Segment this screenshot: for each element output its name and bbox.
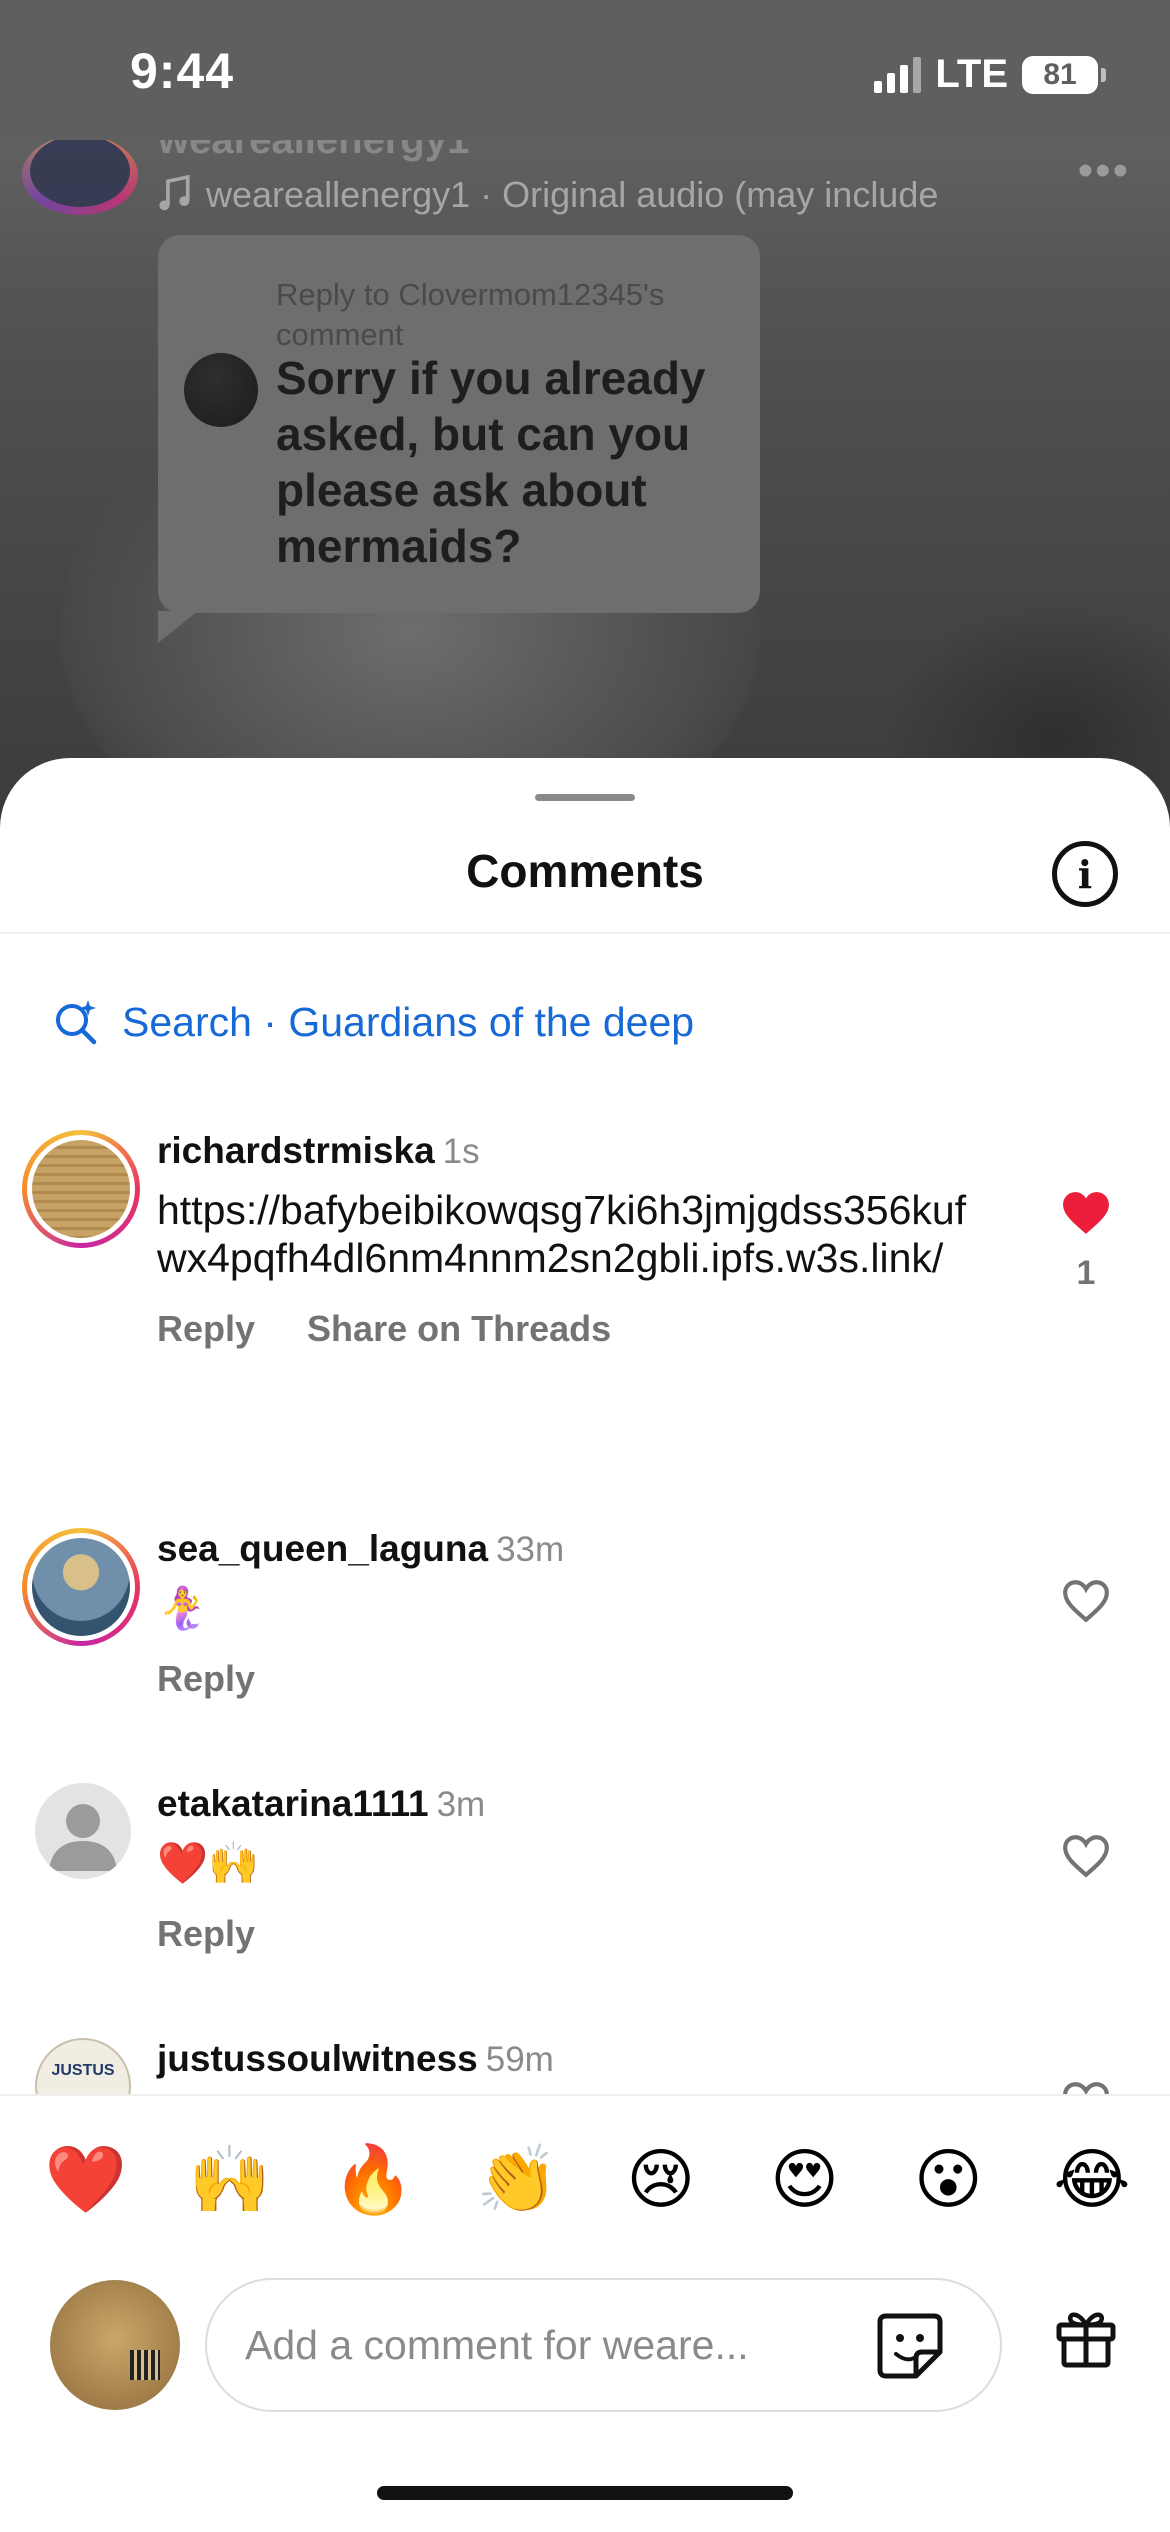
reel-audio-info[interactable]: weareallenergy1 · Original audio (may in… [158, 174, 1008, 216]
ai-search-icon [56, 1000, 97, 1045]
commenter-avatar[interactable] [22, 1528, 140, 1646]
emoji-crying-face[interactable]: 😢 [619, 2138, 703, 2222]
more-options-icon[interactable]: ••• [1078, 146, 1130, 196]
status-indicators: LTE 81 [874, 52, 1106, 97]
quick-reaction-bar: ❤️ 🙌 🔥 👏 😢 😍 😮 😂 [44, 2138, 1134, 2222]
like-count: 1 [1076, 1254, 1096, 1292]
heart-filled-icon[interactable] [1061, 1190, 1111, 1236]
comment-time: 33m [496, 1530, 565, 1569]
heart-outline-icon[interactable] [1061, 1578, 1111, 1624]
emoji-fire[interactable]: 🔥 [331, 2138, 415, 2222]
reply-comment-text: Sorry if you already asked, but can you … [276, 352, 706, 572]
emoji-heart-eyes[interactable]: 😍 [763, 2138, 847, 2222]
commenter-avatar[interactable]: JUSTUS [35, 2038, 131, 2094]
battery-icon: 81 [1022, 55, 1106, 94]
comment-time: 1s [442, 1132, 480, 1171]
reply-sticker-card: Reply to Clovermom12345's comment Sorry … [158, 235, 760, 643]
comment-header: sea_queen_laguna 33m [157, 1528, 1017, 1570]
like-control[interactable] [1058, 1833, 1114, 1879]
current-user-avatar [50, 2280, 180, 2410]
comment-header: etakatarina1111 3m [157, 1783, 1017, 1825]
person-icon [49, 1804, 117, 1871]
emoji-surprised-face[interactable]: 😮 [906, 2138, 990, 2222]
heart-outline-icon[interactable] [1061, 2080, 1111, 2094]
comment-username[interactable]: etakatarina1111 [157, 1783, 429, 1824]
sheet-grabber-handle[interactable] [535, 794, 635, 801]
share-on-threads-button[interactable]: Share on Threads [307, 1308, 611, 1350]
comment-time: 3m [436, 1785, 486, 1824]
divider [0, 2094, 1170, 2096]
reply-commenter-avatar [184, 353, 258, 427]
status-bar: 9:44 LTE 81 [0, 0, 1170, 140]
comment-input[interactable]: Add a comment for weare... [205, 2278, 1002, 2412]
comment-input-placeholder: Add a comment for weare... [245, 2322, 749, 2368]
comments-sheet: Comments i Search · Guardians of the dee… [0, 758, 1170, 2532]
comment-time: 59m [485, 2040, 554, 2079]
reply-button[interactable]: Reply [157, 1308, 255, 1350]
network-type: LTE [935, 52, 1008, 96]
home-indicator[interactable] [377, 2486, 793, 2500]
like-control[interactable] [1058, 2080, 1114, 2094]
reply-button[interactable]: Reply [157, 1913, 255, 1955]
commenter-avatar[interactable] [22, 1130, 140, 1248]
comment-username[interactable]: richardstrmiska [157, 1130, 435, 1171]
search-suggestion-label: Search · Guardians of the deep [122, 998, 695, 1045]
comment-header: richardstrmiska 1s [157, 1130, 1017, 1172]
comment-text[interactable]: ❤️🙌 [157, 1839, 1017, 1887]
sticker-icon[interactable] [872, 2308, 948, 2384]
comment-composer: Add a comment for weare... [0, 2263, 1170, 2413]
reply-button[interactable]: Reply [157, 1658, 255, 1700]
comment-username[interactable]: sea_queen_laguna [157, 1528, 488, 1569]
info-icon[interactable]: i [1052, 841, 1118, 907]
emoji-raising-hands[interactable]: 🙌 [188, 2138, 272, 2222]
gift-icon[interactable] [1053, 2303, 1119, 2369]
comment-text[interactable]: 🧜‍♀️ [157, 1584, 1017, 1632]
comment-header: justussoulwitness 59m [157, 2038, 1017, 2080]
reel-author-avatar[interactable] [22, 135, 138, 215]
signal-icon [874, 56, 922, 93]
emoji-clapping-hands[interactable]: 👏 [475, 2138, 559, 2222]
music-note-icon [159, 174, 190, 211]
comment-username[interactable]: justussoulwitness [157, 2038, 478, 2079]
like-control[interactable]: 1 [1058, 1190, 1114, 1293]
sheet-title: Comments [466, 845, 704, 897]
emoji-red-heart[interactable]: ❤️ [44, 2138, 128, 2222]
reel-audio-label: weareallenergy1 · Original audio (may in… [206, 174, 939, 215]
reply-to-label: Reply to Clovermom12345's comment [276, 277, 665, 352]
avatar-logo-text: JUSTUS [51, 2062, 115, 2079]
default-avatar[interactable] [35, 1783, 131, 1879]
heart-outline-icon[interactable] [1061, 1833, 1111, 1879]
divider [0, 932, 1170, 934]
comment-item: JUSTUS justussoulwitness 59m [0, 2038, 1170, 2094]
status-time: 9:44 [130, 43, 235, 99]
comment-text[interactable]: https://bafybeibikowqsg7ki6h3jmjgdss356k… [157, 1186, 987, 1282]
search-suggestion[interactable]: Search · Guardians of the deep [52, 998, 694, 1046]
like-control[interactable] [1058, 1578, 1114, 1624]
emoji-tears-of-joy[interactable]: 😂 [1050, 2138, 1134, 2222]
